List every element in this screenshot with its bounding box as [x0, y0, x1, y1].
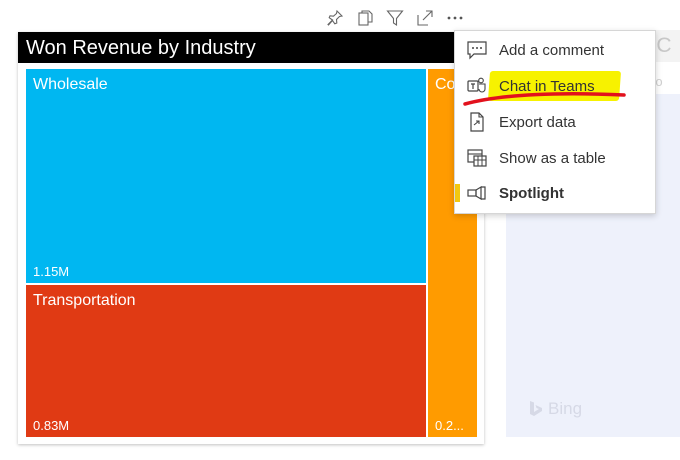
table-icon [465, 147, 489, 169]
bing-logo-icon [530, 401, 542, 416]
treemap-tile-transportation[interactable]: Transportation 0.83M [26, 285, 426, 437]
comment-icon [465, 39, 489, 61]
menu-item-show-as-table[interactable]: Show as a table [455, 141, 655, 175]
tile-label: Co [435, 76, 456, 93]
more-options-menu: Add a comment Chat in Teams Export data … [454, 30, 656, 214]
bing-label: Bing [548, 399, 583, 418]
visual-title: Won Revenue by Industry [26, 37, 256, 59]
focus-mode-icon[interactable] [414, 7, 436, 29]
bing-attribution: Bing [528, 399, 582, 419]
menu-item-export-data[interactable]: Export data [455, 105, 655, 139]
spotlight-icon [465, 182, 489, 204]
tile-label: Wholesale [33, 76, 108, 93]
menu-item-add-comment[interactable]: Add a comment [455, 33, 655, 67]
spotlight-indicator [455, 184, 460, 202]
pin-icon[interactable] [324, 7, 346, 29]
tile-value: 0.2... [435, 418, 464, 433]
visual-title-bar: Won Revenue by Industry [18, 32, 484, 63]
tile-label: Transportation [33, 292, 136, 309]
more-options-icon[interactable] [444, 7, 466, 29]
menu-item-label: Spotlight [499, 184, 564, 202]
tile-value: 0.83M [33, 418, 70, 433]
menu-item-label: Show as a table [499, 149, 606, 167]
copy-icon[interactable] [354, 7, 376, 29]
menu-item-spotlight[interactable]: Spotlight [455, 176, 655, 210]
tile-value: 1.15M [33, 264, 70, 279]
treemap-visual: Won Revenue by Industry Wholesale 1.15M … [18, 32, 484, 444]
annotation-underline [463, 91, 626, 106]
menu-item-label: Export data [499, 113, 576, 131]
filter-icon[interactable] [384, 7, 406, 29]
menu-item-label: Add a comment [499, 41, 605, 59]
visual-header-toolbar [324, 6, 466, 30]
export-icon [465, 111, 489, 133]
treemap-tile-wholesale[interactable]: Wholesale 1.15M [26, 69, 426, 283]
